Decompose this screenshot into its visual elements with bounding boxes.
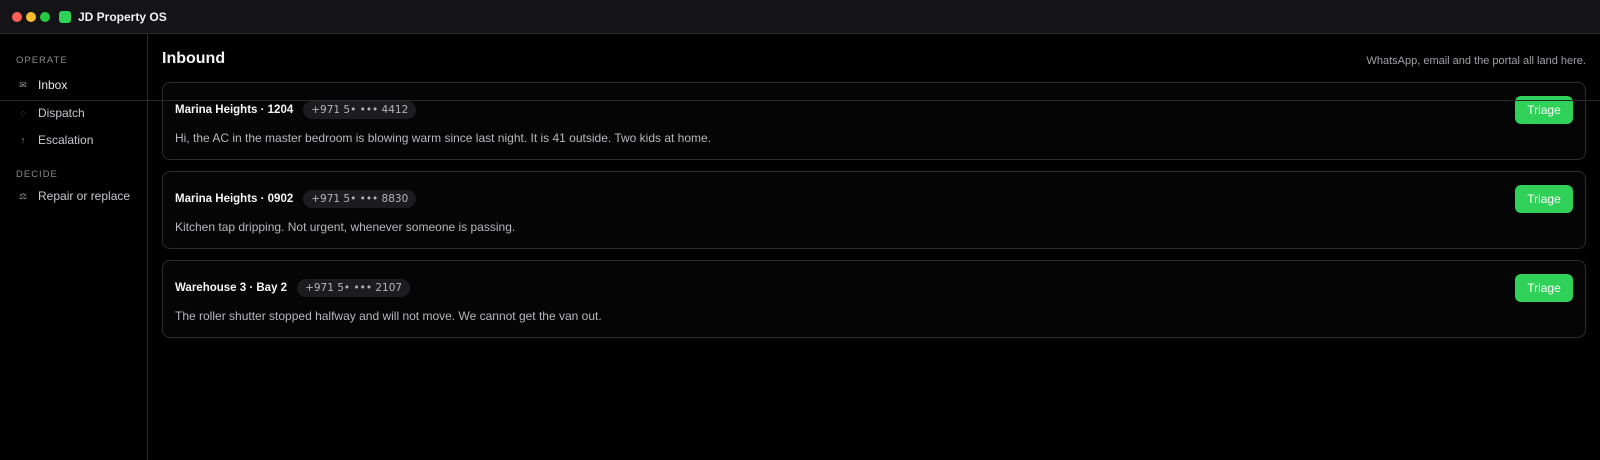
- message-card[interactable]: Marina Heights · 1204 +971 5• ••• 4412 H…: [162, 82, 1586, 160]
- sidebar-item-label: Repair or replace: [38, 189, 131, 203]
- main-content: Inbound WhatsApp, email and the portal a…: [148, 34, 1600, 460]
- window-controls: [12, 11, 50, 22]
- message-text: The roller shutter stopped halfway and w…: [175, 309, 602, 323]
- triage-button[interactable]: Triage: [1515, 274, 1573, 302]
- sidebar-item-escalation[interactable]: ↑ Escalation: [16, 130, 94, 150]
- phone-badge: +971 5• ••• 4412: [303, 101, 417, 119]
- sidebar-item-inbox[interactable]: ✉ Inbox: [16, 75, 67, 95]
- message-header: Marina Heights · 1204 +971 5• ••• 4412: [175, 101, 417, 119]
- close-window-button[interactable]: [12, 11, 22, 22]
- message-title: Marina Heights · 1204: [175, 104, 294, 116]
- message-header: Marina Heights · 0902 +971 5• ••• 8830: [175, 190, 417, 208]
- page-title: Inbound: [162, 50, 226, 67]
- section-label-operate: OPERATE: [16, 55, 68, 66]
- section-label-decide: DECIDE: [16, 169, 58, 180]
- message-card[interactable]: Marina Heights · 0902 +971 5• ••• 8830 K…: [162, 171, 1586, 249]
- message-header: Warehouse 3 · Bay 2 +971 5• ••• 2107: [175, 279, 411, 297]
- sidebar-item-label: Dispatch: [38, 106, 85, 120]
- maximize-window-button[interactable]: [40, 11, 50, 22]
- sidebar-item-repair-or-replace[interactable]: ⚖ Repair or replace: [16, 186, 130, 206]
- sidebar: OPERATE ✉ Inbox ◌ Dispatch ↑ Escalation …: [0, 34, 148, 460]
- sidebar-item-label: Escalation: [38, 133, 94, 147]
- title-bar: JD Property OS: [0, 0, 1600, 34]
- scale-icon: ⚖: [18, 190, 28, 201]
- message-text: Kitchen tap dripping. Not urgent, whenev…: [175, 220, 516, 234]
- triage-button[interactable]: Triage: [1515, 185, 1573, 213]
- message-title: Warehouse 3 · Bay 2: [175, 282, 288, 294]
- message-title: Marina Heights · 0902: [175, 193, 294, 205]
- phone-badge: +971 5• ••• 2107: [297, 279, 411, 297]
- dispatch-icon: ◌: [20, 108, 26, 118]
- message-card[interactable]: Warehouse 3 · Bay 2 +971 5• ••• 2107 The…: [162, 260, 1586, 338]
- mail-icon: ✉: [19, 79, 27, 90]
- sidebar-item-label: Inbox: [38, 78, 68, 92]
- page-subtitle: WhatsApp, email and the portal all land …: [1366, 55, 1586, 67]
- app-title: JD Property OS: [78, 9, 167, 24]
- app-logo-icon: [59, 10, 71, 23]
- message-text: Hi, the AC in the master bedroom is blow…: [175, 131, 712, 145]
- minimize-window-button[interactable]: [26, 11, 36, 22]
- arrow-up-icon: ↑: [20, 135, 26, 145]
- divider-line: [0, 100, 1600, 101]
- sidebar-item-dispatch[interactable]: ◌ Dispatch: [16, 103, 85, 123]
- phone-badge: +971 5• ••• 8830: [303, 190, 417, 208]
